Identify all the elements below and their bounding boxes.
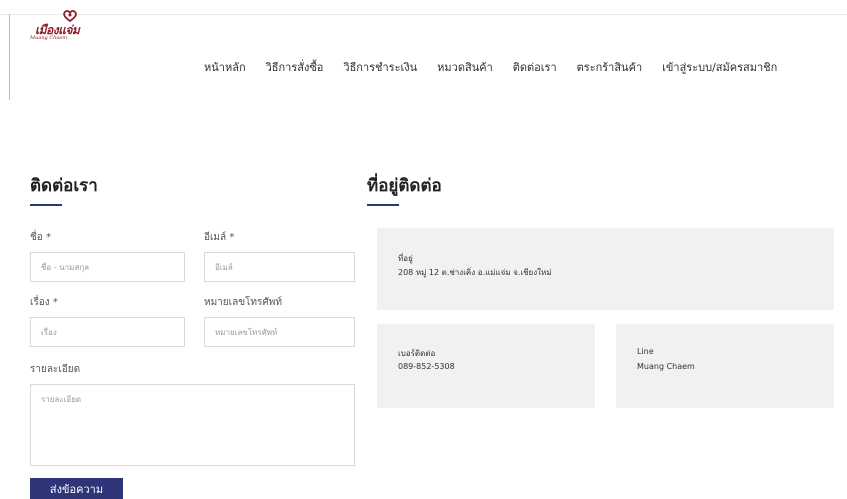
subject-input[interactable] — [30, 317, 185, 347]
nav-item-how-to-order[interactable]: วิธีการสั่งซื้อ — [266, 58, 324, 76]
contact-info-title: ที่อยู่ติดต่อ — [367, 176, 442, 196]
nav-item-login[interactable]: เข้าสู่ระบบ/สมัครสมาชิก — [662, 58, 777, 76]
email-input[interactable] — [204, 252, 355, 282]
main-nav: หน้าหลัก วิธีการสั่งซื้อ วิธีการชำระเงิน… — [204, 58, 797, 76]
details-label: รายละเอียด — [30, 364, 81, 375]
phone-card-value: 089-852-5308 — [398, 362, 455, 371]
nav-item-categories[interactable]: หมวดสินค้า — [437, 58, 493, 76]
nav-item-home[interactable]: หน้าหลัก — [204, 58, 246, 76]
line-card-label: Line — [637, 347, 654, 356]
subject-label: เรื่อง * — [30, 297, 58, 308]
send-message-button[interactable]: ส่งข้อความ — [30, 478, 123, 499]
nav-item-contact[interactable]: ติดต่อเรา — [513, 58, 557, 76]
contact-form-title-underline — [30, 204, 62, 206]
phone-input[interactable] — [204, 317, 355, 347]
phone-card-label: เบอร์ติดต่อ — [398, 349, 436, 358]
name-input[interactable] — [30, 252, 185, 282]
phone-card: เบอร์ติดต่อ 089-852-5308 — [377, 324, 595, 408]
address-value: 208 หมู่ 12 ต.ช่างเคิ่ง อ.แม่แจ่ม จ.เชีย… — [398, 268, 552, 277]
email-label: อีเมล์ * — [204, 232, 235, 243]
nav-item-cart[interactable]: ตระกร้าสินค้า — [577, 58, 642, 76]
line-card: Line Muang Chaem — [616, 324, 834, 408]
nav-item-payment[interactable]: วิธีการชำระเงิน — [343, 58, 417, 76]
details-textarea[interactable] — [30, 384, 355, 466]
line-card-value: Muang Chaem — [637, 362, 695, 371]
site-logo[interactable]: เมืองแจ่ม Muang Chaem — [30, 10, 110, 41]
phone-label: หมายเลขโทรศัพท์ — [204, 297, 282, 308]
header-left-border — [9, 14, 10, 100]
address-label: ที่อยู่ — [398, 254, 413, 263]
contact-form-title: ติดต่อเรา — [30, 176, 98, 196]
contact-info-title-underline — [367, 204, 399, 206]
header-divider — [0, 14, 847, 15]
address-card: ที่อยู่ 208 หมู่ 12 ต.ช่างเคิ่ง อ.แม่แจ่… — [377, 228, 834, 310]
logo-tagline: Muang Chaem — [30, 35, 68, 41]
name-label: ชื่อ * — [30, 232, 51, 243]
